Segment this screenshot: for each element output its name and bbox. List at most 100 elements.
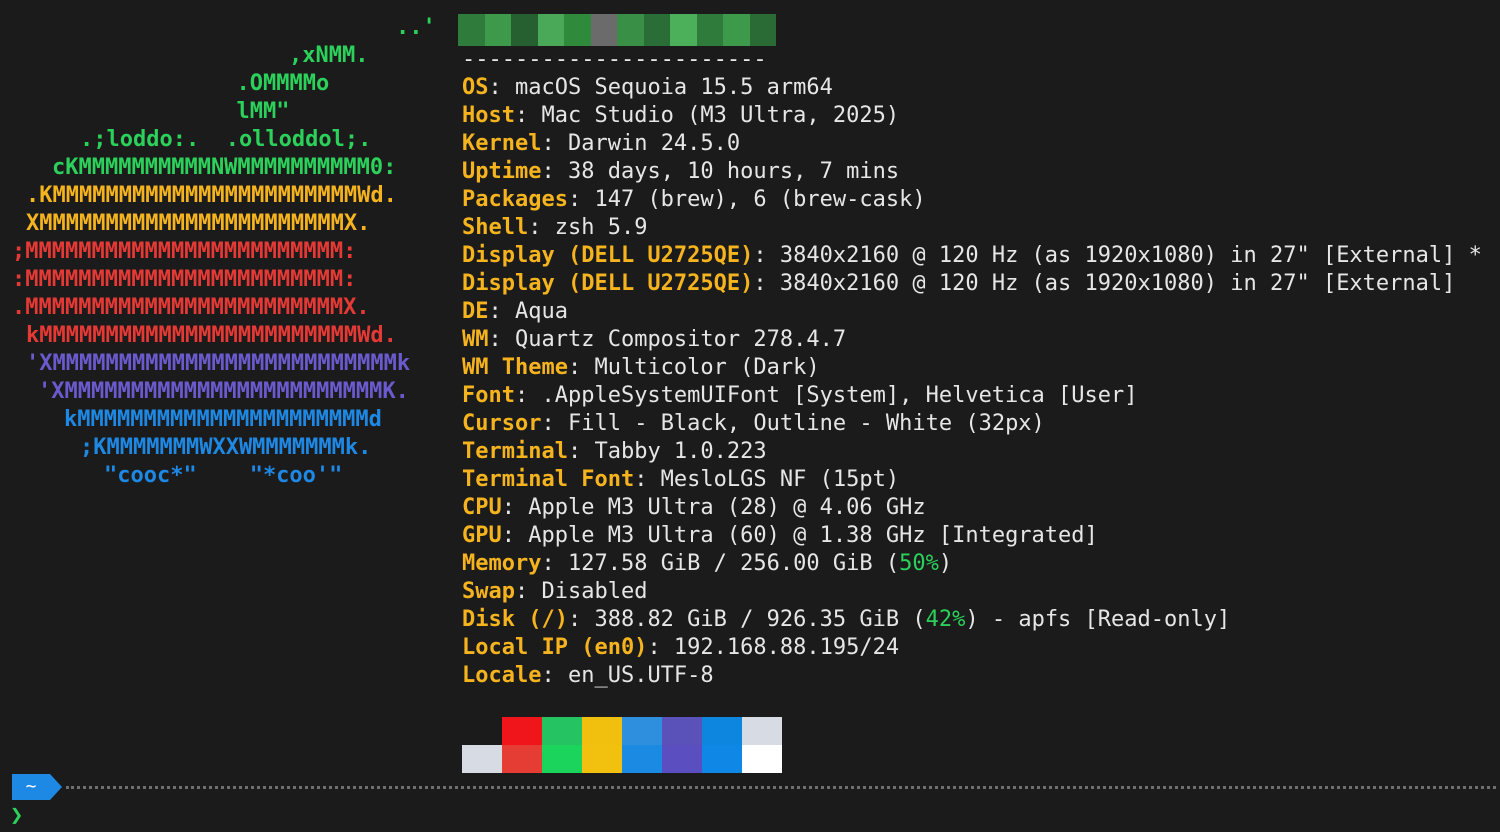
logo-line: .OMMMMo <box>210 71 330 96</box>
info-value: : zsh 5.9 <box>528 215 648 240</box>
info-row: WM: Quartz Compositor 278.4.7 <box>462 326 1482 354</box>
info-row: Cursor: Fill - Black, Outline - White (3… <box>462 410 1482 438</box>
info-key: DE <box>462 299 489 324</box>
info-key: Display (DELL U2725QE) <box>462 243 754 268</box>
info-key: Host <box>462 103 515 128</box>
prompt-directory-segment: ~ <box>12 774 50 800</box>
info-key: Shell <box>462 215 529 240</box>
logo-line: 'XMMMMMMMMMMMMMMMMMMMMMMMMMMk <box>26 351 411 376</box>
palette-swatch <box>702 717 742 745</box>
palette-swatch <box>462 717 502 745</box>
logo-line: cKMMMMMMMMMMNWMMMMMMMMMM0: <box>52 155 397 180</box>
logo-line: ;KMMMMMMMWXXWMMMMMMMk. <box>80 435 372 460</box>
logo-line: ,xNMM. <box>236 43 369 68</box>
info-value: : Tabby 1.0.223 <box>567 439 767 464</box>
redacted-user-host <box>458 14 776 46</box>
info-key: Packages <box>462 187 568 212</box>
logo-line: kMMMMMMMMMMMMMMMMMMMMMMMMWd. <box>26 323 397 348</box>
color-palette <box>462 717 782 773</box>
info-value: : Disabled <box>514 579 648 604</box>
info-value: : 388.82 GiB / 926.35 GiB ( <box>567 607 926 632</box>
info-row: Packages: 147 (brew), 6 (brew-cask) <box>462 186 1482 214</box>
info-key: Font <box>462 383 515 408</box>
info-value: : Apple M3 Ultra (60) @ 1.38 GHz [Integr… <box>501 523 1098 548</box>
palette-swatch <box>582 717 622 745</box>
info-row: Local IP (en0): 192.168.88.195/24 <box>462 634 1482 662</box>
info-value: : Mac Studio (M3 Ultra, 2025) <box>514 103 900 128</box>
info-key: Disk (/) <box>462 607 568 632</box>
info-key: OS <box>462 75 489 100</box>
info-value-tail: ) - apfs [Read-only] <box>965 607 1231 632</box>
info-value: : 192.168.88.195/24 <box>647 635 900 660</box>
logo-line: kMMMMMMMMMMMMMMMMMMMMMMd <box>64 407 382 432</box>
palette-swatch <box>702 745 742 773</box>
logo-line: .;loddo:. .olloddol;. <box>80 127 372 152</box>
logo-line: ..' <box>290 15 436 40</box>
info-value: : macOS Sequoia 15.5 arm64 <box>488 75 833 100</box>
info-value-tail: ) <box>938 551 953 576</box>
info-key: WM Theme <box>462 355 568 380</box>
info-value: : en_US.UTF-8 <box>541 663 714 688</box>
info-row: Kernel: Darwin 24.5.0 <box>462 130 1482 158</box>
info-key: Swap <box>462 579 515 604</box>
info-key: Cursor <box>462 411 542 436</box>
info-value: : Apple M3 Ultra (28) @ 4.06 GHz <box>501 495 926 520</box>
prompt-fill-dots <box>66 786 1496 789</box>
palette-swatch <box>662 745 702 773</box>
info-value: : Aqua <box>488 299 568 324</box>
info-value: : 3840x2160 @ 120 Hz (as 1920x1080) in 2… <box>753 243 1482 268</box>
palette-swatch <box>462 745 502 773</box>
info-value: : MesloLGS NF (15pt) <box>634 467 900 492</box>
info-row: GPU: Apple M3 Ultra (60) @ 1.38 GHz [Int… <box>462 522 1482 550</box>
info-row: Locale: en_US.UTF-8 <box>462 662 1482 690</box>
info-row: Font: .AppleSystemUIFont [System], Helve… <box>462 382 1482 410</box>
logo-line: lMM" <box>210 99 290 124</box>
palette-swatch <box>502 745 542 773</box>
prompt-caret[interactable]: ❯ <box>10 802 23 830</box>
info-value: : Fill - Black, Outline - White (32px) <box>541 411 1045 436</box>
palette-swatch <box>502 717 542 745</box>
palette-swatch <box>622 717 662 745</box>
info-key: Kernel <box>462 131 542 156</box>
palette-swatch <box>582 745 622 773</box>
info-row: WM Theme: Multicolor (Dark) <box>462 354 1482 382</box>
info-row: Terminal: Tabby 1.0.223 <box>462 438 1482 466</box>
logo-line: "cooc*" "*coo'" <box>104 463 343 488</box>
palette-swatch <box>662 717 702 745</box>
info-row: Host: Mac Studio (M3 Ultra, 2025) <box>462 102 1482 130</box>
palette-swatch <box>542 745 582 773</box>
info-key: Terminal Font <box>462 467 635 492</box>
palette-swatch <box>622 745 662 773</box>
info-row: Swap: Disabled <box>462 578 1482 606</box>
palette-swatch <box>742 745 782 773</box>
info-key: CPU <box>462 495 502 520</box>
info-row: OS: macOS Sequoia 15.5 arm64 <box>462 74 1482 102</box>
info-row: CPU: Apple M3 Ultra (28) @ 4.06 GHz <box>462 494 1482 522</box>
info-key: Uptime <box>462 159 542 184</box>
info-row: Terminal Font: MesloLGS NF (15pt) <box>462 466 1482 494</box>
info-row: Uptime: 38 days, 10 hours, 7 mins <box>462 158 1482 186</box>
info-row: Memory: 127.58 GiB / 256.00 GiB (50%) <box>462 550 1482 578</box>
info-row: DE: Aqua <box>462 298 1482 326</box>
info-percent: 50% <box>899 551 939 576</box>
info-key: GPU <box>462 523 502 548</box>
info-row: Display (DELL U2725QE): 3840x2160 @ 120 … <box>462 242 1482 270</box>
prompt-bar: ~ <box>0 772 1500 802</box>
logo-line: :MMMMMMMMMMMMMMMMMMMMMMMM: <box>12 267 357 292</box>
prompt-segment-arrow-icon <box>50 774 62 800</box>
title-separator: ----------------------- <box>462 47 767 72</box>
info-value: : Darwin 24.5.0 <box>541 131 741 156</box>
info-value: : 147 (brew), 6 (brew-cask) <box>567 187 926 212</box>
info-value: : 38 days, 10 hours, 7 mins <box>541 159 900 184</box>
info-key: WM <box>462 327 489 352</box>
info-value: : 127.58 GiB / 256.00 GiB ( <box>541 551 900 576</box>
logo-line: 'XMMMMMMMMMMMMMMMMMMMMMMMMK. <box>38 379 409 404</box>
logo-line: XMMMMMMMMMMMMMMMMMMMMMMMX. <box>26 211 371 236</box>
logo-line: .MMMMMMMMMMMMMMMMMMMMMMMMX. <box>12 295 370 320</box>
logo-line: ;MMMMMMMMMMMMMMMMMMMMMMMM: <box>12 239 357 264</box>
info-key: Locale <box>462 663 542 688</box>
info-percent: 42% <box>925 607 966 632</box>
info-key: Terminal <box>462 439 568 464</box>
info-key: Local IP (en0) <box>462 635 648 660</box>
info-row: Display (DELL U2725QE): 3840x2160 @ 120 … <box>462 270 1482 298</box>
